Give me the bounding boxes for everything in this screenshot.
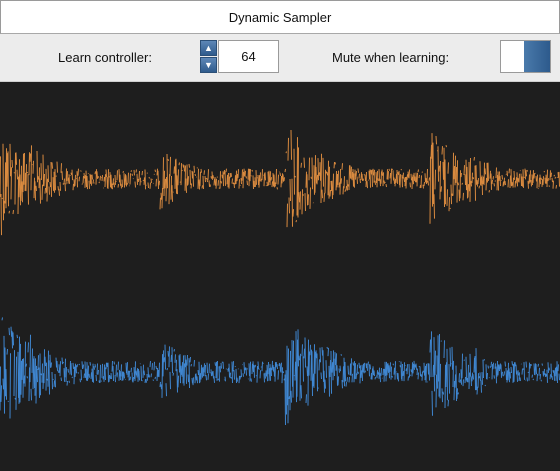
decrement-arrow-icon[interactable]: ▼ bbox=[200, 57, 217, 73]
waveform-svg bbox=[0, 129, 560, 426]
waveform-top-channel bbox=[0, 129, 560, 236]
mute-when-learning-toggle[interactable] bbox=[500, 40, 551, 73]
toggle-knob bbox=[524, 41, 550, 72]
waveform-bottom-channel bbox=[0, 317, 560, 426]
learn-controller-value: 64 bbox=[241, 49, 256, 64]
waveform-display[interactable] bbox=[0, 82, 560, 471]
increment-arrow-icon[interactable]: ▲ bbox=[200, 40, 217, 56]
mute-when-learning-label: Mute when learning: bbox=[332, 50, 450, 65]
learn-controller-label: Learn controller: bbox=[58, 50, 152, 65]
title-bar: Dynamic Sampler bbox=[0, 0, 560, 34]
learn-controller-value-field[interactable]: 64 bbox=[218, 40, 279, 73]
window-title: Dynamic Sampler bbox=[228, 9, 332, 25]
controls-toolbar: Learn controller: ▲ ▼ 64 Mute when learn… bbox=[0, 34, 560, 82]
learn-controller-stepper[interactable]: ▲ ▼ bbox=[200, 40, 217, 73]
